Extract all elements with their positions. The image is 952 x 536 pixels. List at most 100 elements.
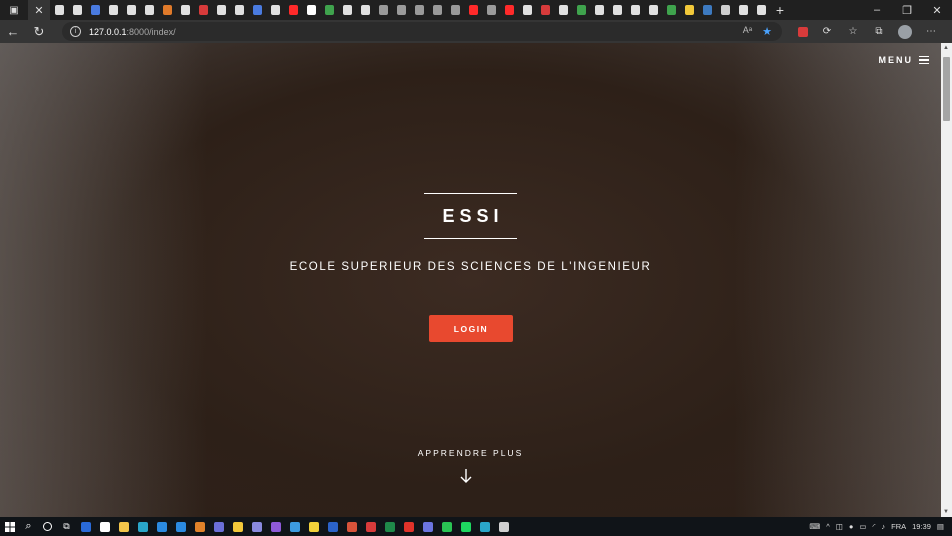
windows-start-icon[interactable] — [0, 517, 19, 536]
browser-tab[interactable] — [122, 0, 140, 20]
browser-tab[interactable] — [338, 0, 356, 20]
app-icon[interactable] — [475, 517, 494, 536]
search-icon[interactable]: ⌕ — [19, 517, 38, 536]
notification-icon[interactable]: ▤ — [937, 522, 944, 531]
chrome-icon[interactable] — [285, 517, 304, 536]
app-icon[interactable] — [342, 517, 361, 536]
tab-actions-icon[interactable]: ▣ — [0, 0, 28, 20]
volume-icon[interactable]: ♪ — [881, 522, 885, 531]
chevron-up-icon[interactable]: ^ — [826, 522, 830, 531]
address-bar[interactable]: i 127.0.0.1:8000/index/ Aᵃ ★ — [62, 22, 782, 41]
app-icon[interactable] — [228, 517, 247, 536]
browser-tab[interactable] — [662, 0, 680, 20]
browser-tab[interactable] — [734, 0, 752, 20]
browser-tab[interactable] — [266, 0, 284, 20]
browser-tab[interactable] — [374, 0, 392, 20]
browser-tab[interactable] — [716, 0, 734, 20]
github-icon[interactable] — [95, 517, 114, 536]
browser-tab[interactable] — [590, 0, 608, 20]
scroll-up-icon[interactable]: ▲ — [943, 45, 949, 51]
whatsapp-icon[interactable] — [437, 517, 456, 536]
language-indicator[interactable]: FRA — [891, 522, 906, 531]
browser-tab[interactable] — [158, 0, 176, 20]
extensions-icon[interactable]: ⟳ — [820, 25, 834, 39]
read-aloud-icon[interactable]: Aᵃ — [743, 25, 752, 38]
browser-tab[interactable] — [86, 0, 104, 20]
browser-tab[interactable] — [302, 0, 320, 20]
browser-tab[interactable] — [554, 0, 572, 20]
browser-tab[interactable] — [230, 0, 248, 20]
browser-tab[interactable] — [428, 0, 446, 20]
network-icon[interactable]: ◫ — [836, 522, 843, 531]
edge-icon[interactable] — [133, 517, 152, 536]
folder-icon[interactable] — [114, 517, 133, 536]
acrobat-icon[interactable] — [361, 517, 380, 536]
shield-icon[interactable] — [76, 517, 95, 536]
app-icon[interactable] — [494, 517, 513, 536]
menu-button[interactable]: MENU — [879, 55, 929, 65]
wifi-icon[interactable]: ◜ — [872, 522, 875, 531]
browser-tab[interactable] — [356, 0, 374, 20]
info-icon[interactable]: i — [70, 26, 81, 37]
browser-tab[interactable] — [680, 0, 698, 20]
close-icon[interactable]: ✕ — [34, 4, 43, 17]
browser-tab[interactable] — [446, 0, 464, 20]
clock[interactable]: 19:39 — [912, 522, 931, 531]
browser-tab[interactable] — [176, 0, 194, 20]
browser-tab[interactable] — [284, 0, 302, 20]
active-tab[interactable]: ✕ — [28, 0, 50, 20]
discord-icon[interactable] — [418, 517, 437, 536]
login-button[interactable]: LOGIN — [429, 315, 513, 342]
app-icon[interactable] — [247, 517, 266, 536]
word-icon[interactable] — [323, 517, 342, 536]
teams-icon[interactable] — [209, 517, 228, 536]
browser-tab[interactable] — [392, 0, 410, 20]
app-icon[interactable] — [190, 517, 209, 536]
keyboard-icon[interactable]: ⌨ — [809, 522, 820, 531]
profile-avatar[interactable] — [898, 24, 912, 39]
browser-tab[interactable] — [140, 0, 158, 20]
app-icon[interactable] — [304, 517, 323, 536]
scrollbar-thumb[interactable] — [943, 57, 950, 121]
browser-tab[interactable] — [248, 0, 266, 20]
browser-tab[interactable] — [212, 0, 230, 20]
scrollbar[interactable]: ▲ ▼ — [941, 43, 952, 517]
vscode-icon[interactable] — [152, 517, 171, 536]
browser-tab[interactable] — [50, 0, 68, 20]
spotify-icon[interactable] — [456, 517, 475, 536]
browser-tab[interactable] — [464, 0, 482, 20]
cortana-icon[interactable] — [38, 517, 57, 536]
browser-tab[interactable] — [320, 0, 338, 20]
arrow-down-icon[interactable] — [458, 468, 474, 484]
favorites-icon[interactable]: ☆ — [846, 25, 860, 39]
browser-tab[interactable] — [644, 0, 662, 20]
close-window-icon[interactable]: ✕ — [922, 0, 952, 20]
scroll-down-icon[interactable]: ▼ — [943, 509, 949, 515]
excel-icon[interactable] — [380, 517, 399, 536]
collections-icon[interactable]: ⧉ — [872, 25, 886, 39]
browser-tab[interactable] — [68, 0, 86, 20]
browser-tab[interactable] — [482, 0, 500, 20]
browser-tab[interactable] — [572, 0, 590, 20]
restore-icon[interactable]: ❐ — [892, 0, 922, 20]
browser-tab[interactable] — [608, 0, 626, 20]
visualstudio-icon[interactable] — [266, 517, 285, 536]
extension-icon[interactable] — [798, 26, 808, 37]
browser-tab[interactable] — [536, 0, 554, 20]
back-icon[interactable]: ← — [0, 20, 26, 43]
browser-tab[interactable] — [104, 0, 122, 20]
minimize-icon[interactable]: – — [862, 0, 892, 20]
app-icon[interactable] — [399, 517, 418, 536]
more-icon[interactable]: ⋯ — [924, 25, 938, 39]
battery-icon[interactable]: ▭ — [859, 522, 866, 531]
browser-tab[interactable] — [410, 0, 428, 20]
browser-tab[interactable] — [698, 0, 716, 20]
refresh-icon[interactable]: ↻ — [26, 20, 52, 43]
task-view-icon[interactable]: ⧉ — [57, 517, 76, 536]
microphone-icon[interactable]: ● — [849, 522, 854, 531]
browser-tab[interactable] — [752, 0, 770, 20]
browser-tab[interactable] — [194, 0, 212, 20]
new-tab-button[interactable]: + — [770, 2, 790, 18]
mail-icon[interactable] — [171, 517, 190, 536]
browser-tab[interactable] — [518, 0, 536, 20]
